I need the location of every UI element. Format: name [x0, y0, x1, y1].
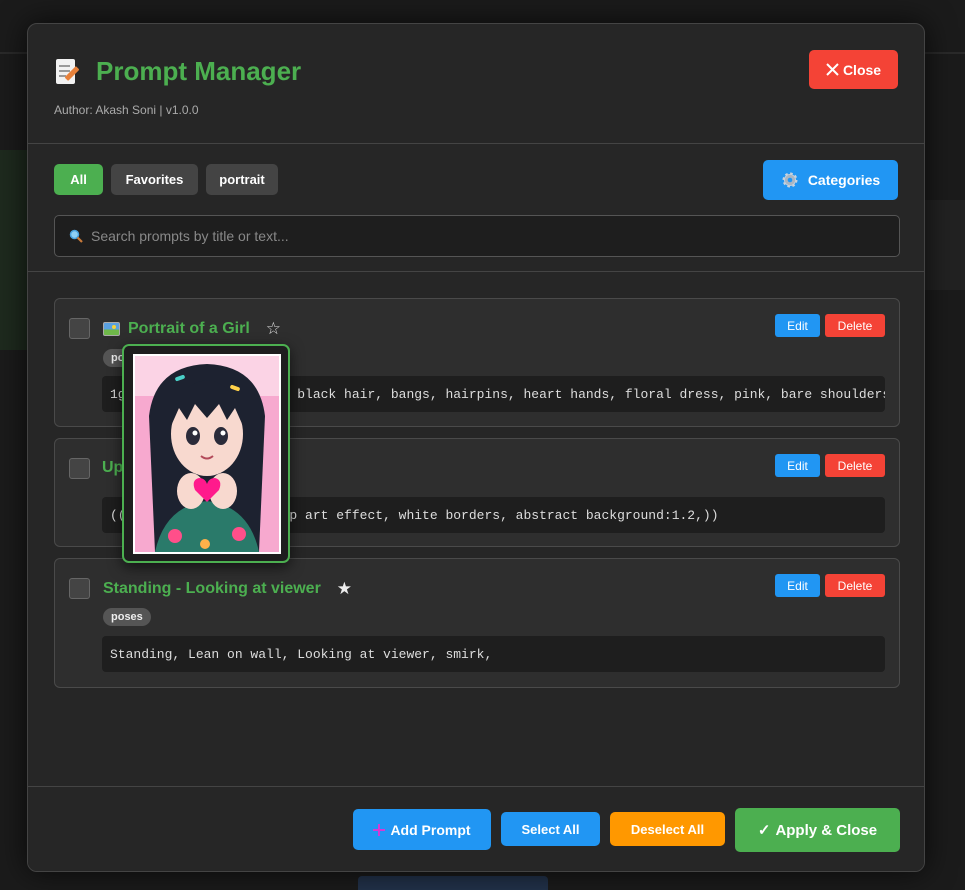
add-prompt-button[interactable]: Add Prompt — [353, 809, 491, 850]
categories-button[interactable]: Categories — [763, 160, 898, 200]
prompt-title[interactable]: Standing - Looking at viewer — [103, 580, 321, 598]
prompt-select-checkbox[interactable] — [69, 458, 90, 479]
search-input[interactable] — [91, 228, 871, 244]
prompt-title[interactable]: Portrait of a Girl — [128, 320, 250, 338]
close-button-label: Close — [842, 61, 882, 78]
prompt-title-row: Standing - Looking at viewer ★ — [103, 579, 352, 599]
image-preview-popup — [122, 344, 290, 563]
check-icon: ✓ — [757, 822, 771, 839]
memo-icon — [54, 58, 80, 86]
background-node — [923, 200, 965, 290]
apply-close-label: Apply & Close — [775, 821, 878, 839]
category-tag: poses — [103, 608, 151, 626]
prompt-title-row: Portrait of a Girl ☆ — [103, 319, 281, 339]
plus-icon — [373, 823, 386, 836]
close-icon — [826, 63, 839, 76]
delete-button[interactable]: Delete — [825, 574, 885, 597]
apply-close-button[interactable]: ✓ Apply & Close — [735, 808, 900, 852]
prompt-card: Standing - Looking at viewer ★ poses Sta… — [54, 558, 900, 688]
preview-image — [133, 354, 281, 554]
deselect-all-button[interactable]: Deselect All — [610, 812, 725, 846]
author-version: Author: Akash Soni | v1.0.0 — [54, 103, 199, 117]
prompt-select-checkbox[interactable] — [69, 318, 90, 339]
edit-button[interactable]: Edit — [775, 454, 820, 477]
delete-button[interactable]: Delete — [825, 454, 885, 477]
add-prompt-label: Add Prompt — [390, 821, 471, 838]
filter-chip-all[interactable]: All — [54, 164, 103, 195]
dialog-footer: Add Prompt Select All Deselect All ✓ App… — [28, 786, 924, 871]
delete-button[interactable]: Delete — [825, 314, 885, 337]
filter-chip-favorites[interactable]: Favorites — [111, 164, 198, 195]
prompt-select-checkbox[interactable] — [69, 578, 90, 599]
title-row: Prompt Manager — [54, 56, 301, 87]
edit-button[interactable]: Edit — [775, 314, 820, 337]
filter-bar: All Favorites portrait Categories — [28, 145, 924, 272]
star-filled-icon[interactable]: ★ — [337, 579, 352, 599]
page-title: Prompt Manager — [96, 56, 302, 86]
picture-icon — [103, 322, 120, 336]
select-all-button[interactable]: Select All — [501, 812, 600, 846]
edit-button[interactable]: Edit — [775, 574, 820, 597]
filter-chip-portrait[interactable]: portrait — [206, 164, 278, 195]
search-icon — [69, 229, 83, 243]
search-field[interactable] — [54, 215, 900, 257]
background-node — [0, 150, 30, 350]
star-outline-icon[interactable]: ☆ — [266, 319, 281, 339]
categories-button-label: Categories — [807, 172, 881, 188]
background-toolbar — [358, 876, 548, 890]
prompt-text: Standing, Lean on wall, Looking at viewe… — [102, 636, 885, 672]
gear-icon — [782, 172, 798, 188]
prompt-manager-dialog: Prompt Manager Author: Akash Soni | v1.0… — [27, 23, 925, 872]
close-button[interactable]: Close — [809, 50, 898, 89]
dialog-header: Prompt Manager Author: Akash Soni | v1.0… — [28, 24, 924, 144]
